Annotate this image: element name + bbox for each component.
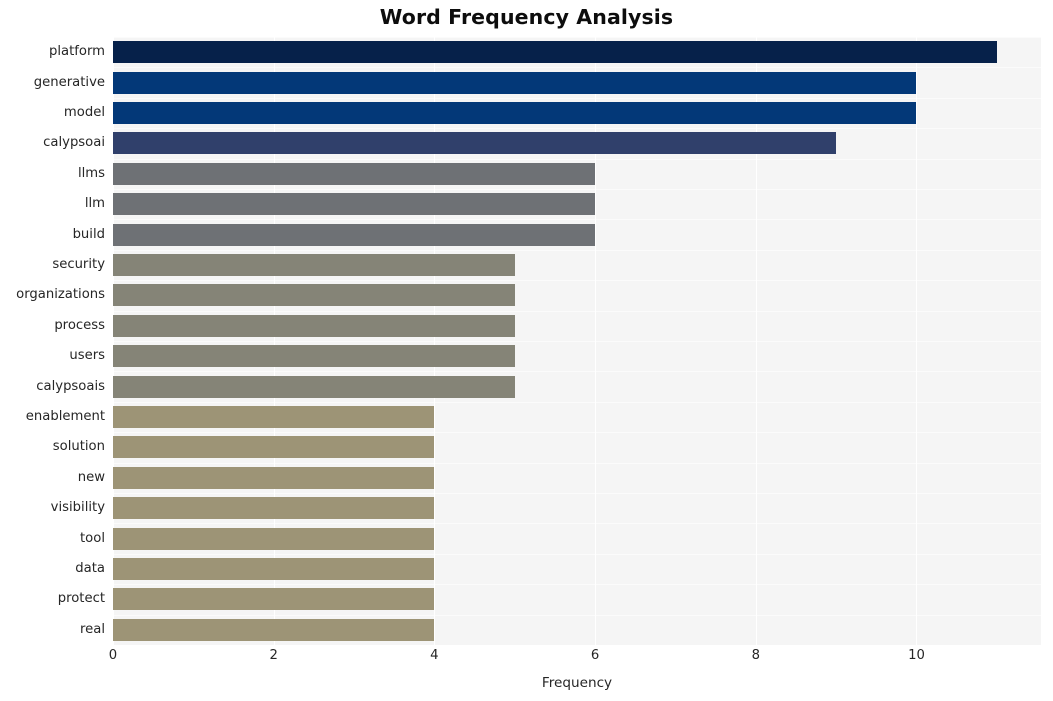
gridline-horizontal	[113, 280, 1041, 281]
y-axis-tick-label: calypsoais	[36, 378, 105, 394]
y-axis-tick-label: platform	[48, 44, 105, 60]
x-axis-tick-label: 8	[751, 648, 760, 663]
gridline-horizontal	[113, 493, 1041, 494]
gridline-horizontal	[113, 523, 1041, 524]
gridline-horizontal	[113, 463, 1041, 464]
y-axis-tick-label: security	[52, 257, 105, 272]
chart-figure: Word Frequency Analysis platform generati…	[0, 0, 1053, 701]
bar[interactable]	[113, 436, 435, 459]
gridline-vertical	[113, 37, 114, 645]
bar[interactable]	[113, 162, 596, 185]
y-axis-tick-label: generative	[33, 74, 105, 90]
x-axis-title: Frequency	[541, 675, 613, 691]
y-axis-tick-label: enablement	[25, 409, 105, 424]
gridline-horizontal	[113, 98, 1041, 99]
bar[interactable]	[113, 193, 596, 216]
y-axis-tick-label: solution	[52, 439, 105, 455]
gridline-vertical	[273, 37, 275, 645]
y-axis-tick-labels: platform generative model calypsoai llms llm b…	[0, 37, 105, 645]
plot-area	[113, 37, 1041, 645]
gridline-horizontal	[113, 554, 1041, 555]
bar[interactable]	[113, 71, 917, 94]
bar[interactable]	[113, 314, 515, 337]
y-axis-tick-label: build	[72, 226, 105, 242]
gridline-horizontal	[113, 311, 1041, 312]
y-axis-tick-label: model	[63, 105, 105, 120]
y-axis-tick-label: real	[80, 621, 105, 637]
y-axis-tick-label: visibility	[50, 500, 105, 516]
bar[interactable]	[113, 254, 515, 276]
bar[interactable]	[113, 223, 596, 246]
bar[interactable]	[113, 132, 837, 155]
gridline-horizontal	[113, 159, 1041, 160]
bar[interactable]	[113, 466, 435, 489]
bar[interactable]	[113, 527, 435, 550]
y-axis-tick-label: llm	[84, 196, 105, 212]
x-axis-tick-label: 0	[108, 648, 118, 663]
bar[interactable]	[113, 558, 435, 580]
x-axis-tick-label: 4	[430, 648, 439, 663]
y-axis-tick-label: llms	[77, 165, 105, 181]
gridline-horizontal	[113, 67, 1041, 68]
gridline-horizontal	[113, 371, 1041, 372]
bar[interactable]	[113, 588, 435, 611]
gridline-vertical	[595, 37, 597, 645]
gridline-horizontal	[113, 341, 1041, 342]
y-axis-tick-label: calypsoai	[43, 135, 105, 151]
y-axis-tick-label: new	[77, 469, 105, 485]
bar[interactable]	[113, 375, 515, 398]
gridline-vertical	[916, 37, 918, 645]
y-axis-tick-label: protect	[57, 591, 105, 607]
gridline-vertical	[434, 37, 436, 645]
y-axis-tick-label: organizations	[16, 287, 105, 303]
bar[interactable]	[113, 284, 515, 307]
y-axis-tick-label: data	[75, 561, 105, 576]
gridline-horizontal	[113, 615, 1041, 616]
gridline-horizontal	[113, 432, 1041, 433]
bar[interactable]	[113, 618, 435, 641]
bar[interactable]	[113, 345, 515, 368]
gridline-horizontal	[113, 250, 1041, 251]
gridline-horizontal	[113, 402, 1041, 403]
gridline-horizontal	[113, 219, 1041, 220]
x-axis-tick-label: 10	[908, 648, 925, 663]
x-axis-tick-label: 2	[269, 648, 278, 663]
bar[interactable]	[113, 497, 435, 520]
gridline-horizontal	[113, 128, 1041, 129]
gridline-horizontal	[113, 37, 1041, 38]
bar[interactable]	[113, 102, 917, 124]
x-axis-tick-labels: 0 2 4 6 8 10	[109, 648, 1041, 670]
y-axis-tick-label: process	[54, 317, 105, 333]
gridline-vertical	[755, 37, 757, 645]
gridline-horizontal	[113, 584, 1041, 585]
y-axis-tick-label: tool	[80, 530, 105, 546]
y-axis-tick-label: users	[69, 348, 105, 364]
bar[interactable]	[113, 406, 435, 428]
chart-title: Word Frequency Analysis	[379, 5, 674, 29]
x-axis-tick-label: 6	[590, 648, 600, 663]
bar[interactable]	[113, 41, 997, 64]
gridline-horizontal	[113, 189, 1041, 190]
